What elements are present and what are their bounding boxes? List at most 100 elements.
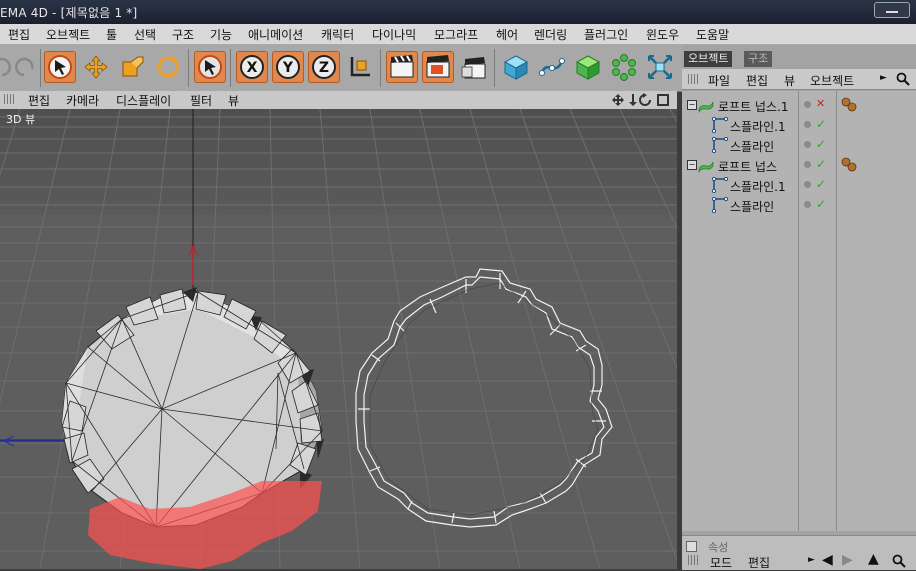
menu-character[interactable]: 캐릭터: [321, 26, 354, 43]
x-axis-lock-icon[interactable]: X: [236, 51, 268, 83]
tab-structure[interactable]: 구조: [744, 51, 773, 67]
object-manager-panel: 오브젝트 구조 파일 편집 뷰 오브젝트 ► − 로프트 넙스.1 ✕ 스플라인…: [682, 45, 916, 570]
menu-help[interactable]: 도움말: [696, 26, 729, 43]
menu-select[interactable]: 선택: [134, 26, 156, 43]
object-row-spline[interactable]: 스플라인 ✓: [682, 135, 916, 155]
object-row-spline-1[interactable]: 스플라인.1 ✓: [682, 175, 916, 195]
spline-pen-icon[interactable]: [536, 51, 568, 83]
redo-icon[interactable]: [8, 51, 40, 83]
menu-function[interactable]: 기능: [210, 26, 232, 43]
viewport-canvas[interactable]: Y: [0, 109, 677, 569]
viewport-menu-edit[interactable]: 편집: [28, 92, 50, 109]
toolbar-separator: [188, 49, 189, 87]
material-tag-icon[interactable]: [840, 156, 858, 174]
object-name[interactable]: 로프트 넙스.1: [718, 98, 788, 115]
editor-visibility-dot-icon[interactable]: [804, 161, 811, 168]
attributes-panel: 속성 모드 편집 ► ◀ ▶ ▲: [682, 535, 916, 570]
search-icon[interactable]: [896, 72, 910, 86]
collapse-toggle-icon[interactable]: −: [687, 160, 697, 170]
disabled-cross-icon[interactable]: ✕: [816, 97, 825, 110]
x-axis-label: X: [247, 60, 258, 76]
main-menu-bar: 편집 오브젝트 툴 선택 구조 기능 애니메이션 캐릭터 다이나믹 모그라프 헤…: [0, 24, 916, 45]
y-axis-gizmo-label: Y: [189, 243, 197, 254]
attributes-checkbox[interactable]: [686, 541, 697, 552]
object-list: − 로프트 넙스.1 ✕ 스플라인.1 ✓ 스플라인 ✓ − 로프트 넙스 ✓ …: [682, 91, 916, 531]
menu-window[interactable]: 윈도우: [646, 26, 679, 43]
object-name[interactable]: 스플라인: [730, 198, 774, 215]
render-view-icon[interactable]: [386, 51, 418, 83]
object-row-spline[interactable]: 스플라인 ✓: [682, 195, 916, 215]
menu-edit[interactable]: 편집: [8, 26, 30, 43]
menu-mograph[interactable]: 모그라프: [434, 26, 478, 43]
viewport-menu-bar: 편집 카메라 디스플레이 필터 뷰: [0, 91, 677, 110]
viewport-menu-filter[interactable]: 필터: [190, 92, 212, 109]
window-title: EMA 4D - [제목없음 1 *]: [0, 6, 138, 20]
z-axis-lock-icon[interactable]: Z: [308, 51, 340, 83]
object-row-loft[interactable]: − 로프트 넙스 ✓: [682, 155, 916, 175]
y-axis-lock-icon[interactable]: Y: [272, 51, 304, 83]
menu-animation[interactable]: 애니메이션: [248, 26, 303, 43]
search-icon[interactable]: [892, 554, 906, 568]
editor-visibility-dot-icon[interactable]: [804, 141, 811, 148]
array-mograph-icon[interactable]: [608, 51, 640, 83]
menu-hair[interactable]: 헤어: [496, 26, 518, 43]
rotate-icon[interactable]: [152, 51, 184, 83]
render-to-picture-viewer-icon[interactable]: [458, 51, 490, 83]
om-menu-edit[interactable]: 편집: [746, 72, 768, 89]
model-mode-icon[interactable]: [194, 51, 226, 83]
object-name[interactable]: 스플라인.1: [730, 118, 786, 135]
object-name[interactable]: 스플라인.1: [730, 178, 786, 195]
object-manager-menu: 파일 편집 뷰 오브젝트 ►: [682, 69, 916, 90]
object-name[interactable]: 스플라인: [730, 138, 774, 155]
editor-visibility-dot-icon[interactable]: [804, 201, 811, 208]
spline-icon: [712, 197, 728, 213]
scale-icon[interactable]: [116, 51, 148, 83]
om-menu-file[interactable]: 파일: [708, 72, 730, 89]
menu-overflow-arrow-icon[interactable]: ►: [880, 73, 887, 83]
deformer-icon[interactable]: [644, 51, 676, 83]
menu-dynamics[interactable]: 다이나믹: [372, 26, 416, 43]
cube-primitive-icon[interactable]: [500, 51, 532, 83]
grip-icon: [4, 94, 14, 104]
menu-structure[interactable]: 구조: [172, 26, 194, 43]
collapse-toggle-icon[interactable]: −: [687, 100, 697, 110]
viewport-navigation-icons[interactable]: [612, 93, 672, 107]
minimize-button[interactable]: [874, 2, 910, 18]
enabled-check-icon[interactable]: ✓: [816, 177, 826, 191]
om-menu-view[interactable]: 뷰: [784, 72, 795, 89]
spline-icon: [712, 137, 728, 153]
render-region-icon[interactable]: [422, 51, 454, 83]
toolbar-separator: [380, 49, 381, 87]
enabled-check-icon[interactable]: ✓: [816, 137, 826, 151]
menu-overflow-arrow-icon[interactable]: ►: [808, 555, 815, 565]
om-menu-objects[interactable]: 오브젝트: [810, 72, 854, 89]
live-selection-icon[interactable]: [44, 51, 76, 83]
viewport-menu-display[interactable]: 디스플레이: [116, 92, 171, 109]
move-icon[interactable]: [80, 51, 112, 83]
object-name[interactable]: 로프트 넙스: [718, 158, 777, 175]
menu-object[interactable]: 오브젝트: [46, 26, 90, 43]
menu-plugins[interactable]: 플러그인: [584, 26, 628, 43]
attr-menu-edit[interactable]: 편집: [748, 554, 770, 571]
attr-menu-mode[interactable]: 모드: [710, 554, 732, 571]
editor-visibility-dot-icon[interactable]: [804, 181, 811, 188]
editor-visibility-dot-icon[interactable]: [804, 121, 811, 128]
viewport-menu-view[interactable]: 뷰: [228, 92, 239, 109]
enabled-check-icon[interactable]: ✓: [816, 157, 826, 171]
object-row-spline-1[interactable]: 스플라인.1 ✓: [682, 115, 916, 135]
enabled-check-icon[interactable]: ✓: [816, 117, 826, 131]
tab-objects[interactable]: 오브젝트: [684, 51, 733, 67]
forward-arrow-icon[interactable]: ▶: [842, 552, 853, 568]
viewport-menu-camera[interactable]: 카메라: [66, 92, 99, 109]
material-tag-icon[interactable]: [840, 96, 858, 114]
3d-viewport[interactable]: Y 3D 뷰: [0, 109, 677, 569]
coordinate-system-icon[interactable]: [344, 51, 376, 83]
editor-visibility-dot-icon[interactable]: [804, 101, 811, 108]
menu-tool[interactable]: 툴: [106, 26, 117, 43]
object-row-loft-1[interactable]: − 로프트 넙스.1 ✕: [682, 95, 916, 115]
back-arrow-icon[interactable]: ◀: [822, 552, 833, 568]
nurbs-generator-icon[interactable]: [572, 51, 604, 83]
menu-render[interactable]: 렌더링: [534, 26, 567, 43]
enabled-check-icon[interactable]: ✓: [816, 197, 826, 211]
up-arrow-icon[interactable]: ▲: [868, 551, 879, 567]
